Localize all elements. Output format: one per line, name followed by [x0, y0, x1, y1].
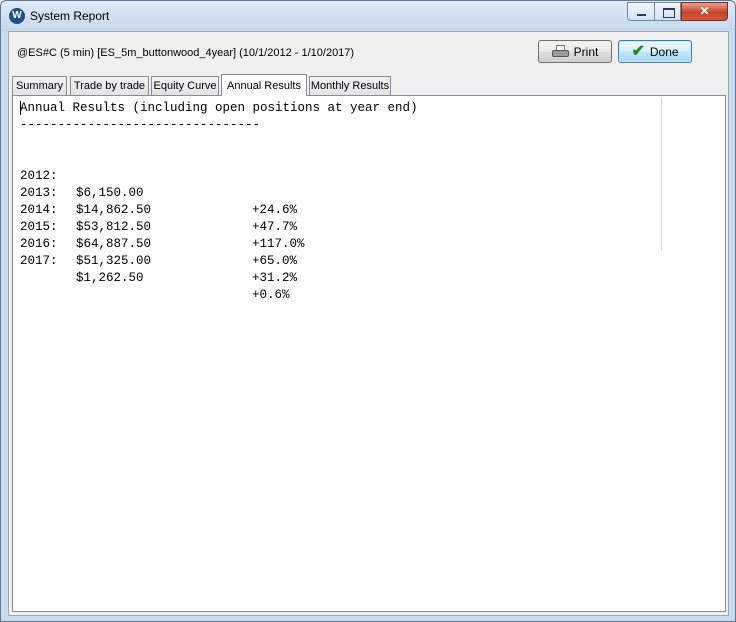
year-label: 2017:: [20, 254, 58, 268]
tab-monthly-results[interactable]: Monthly Results: [309, 76, 391, 95]
report-divider: --------------------------------: [20, 118, 261, 132]
report-heading: Annual Results (including open positions…: [20, 101, 418, 115]
tab-trade-by-trade[interactable]: Trade by trade: [70, 76, 149, 95]
table-row: 2014: $53,812.50 +117.0%: [20, 185, 440, 251]
report-client-area: @ES#C (5 min) [ES_5m_buttonwood_4year] (…: [8, 31, 729, 616]
annual-results-text[interactable]: Annual Results (including open positions…: [16, 98, 662, 302]
tab-summary[interactable]: Summary: [12, 76, 67, 95]
print-button-label: Print: [573, 44, 599, 59]
done-button-label: Done: [649, 44, 679, 59]
checkmark-icon: ✔: [631, 42, 645, 60]
minimize-button[interactable]: [627, 2, 654, 21]
annual-amount: $1,262.50: [76, 271, 144, 285]
annual-percent: +0.6%: [252, 288, 290, 302]
done-button[interactable]: ✔ Done: [618, 40, 692, 63]
window-title: System Report: [30, 9, 110, 23]
app-logo-icon: W: [9, 8, 25, 24]
system-report-window: W System Report @ES#C (5 min) [ES_5m_but…: [0, 0, 736, 622]
annual-percent: +65.0%: [252, 254, 298, 268]
table-row: 2016: $51,325.00 +31.2%: [20, 219, 440, 285]
system-description-label: @ES#C (5 min) [ES_5m_buttonwood_4year] (…: [17, 47, 355, 59]
table-row: 2013: $14,862.50 +47.7%: [20, 168, 440, 234]
annual-percent: +31.2%: [252, 271, 298, 285]
table-row: 2015: $64,887.50 +65.0%: [20, 202, 440, 268]
print-button[interactable]: Print: [538, 40, 612, 63]
printer-icon: [551, 44, 569, 59]
table-row: 2017: $1,262.50 +0.6%: [20, 236, 440, 302]
maximize-button[interactable]: [654, 2, 681, 21]
table-row: 2012: $6,150.00 +24.6%: [20, 151, 440, 217]
title-bar[interactable]: W System Report: [1, 1, 735, 31]
tab-equity-curve[interactable]: Equity Curve: [151, 76, 219, 95]
tab-annual-results[interactable]: Annual Results: [221, 74, 307, 96]
annual-results-panel: Annual Results (including open positions…: [12, 95, 726, 612]
close-button[interactable]: [681, 2, 728, 21]
